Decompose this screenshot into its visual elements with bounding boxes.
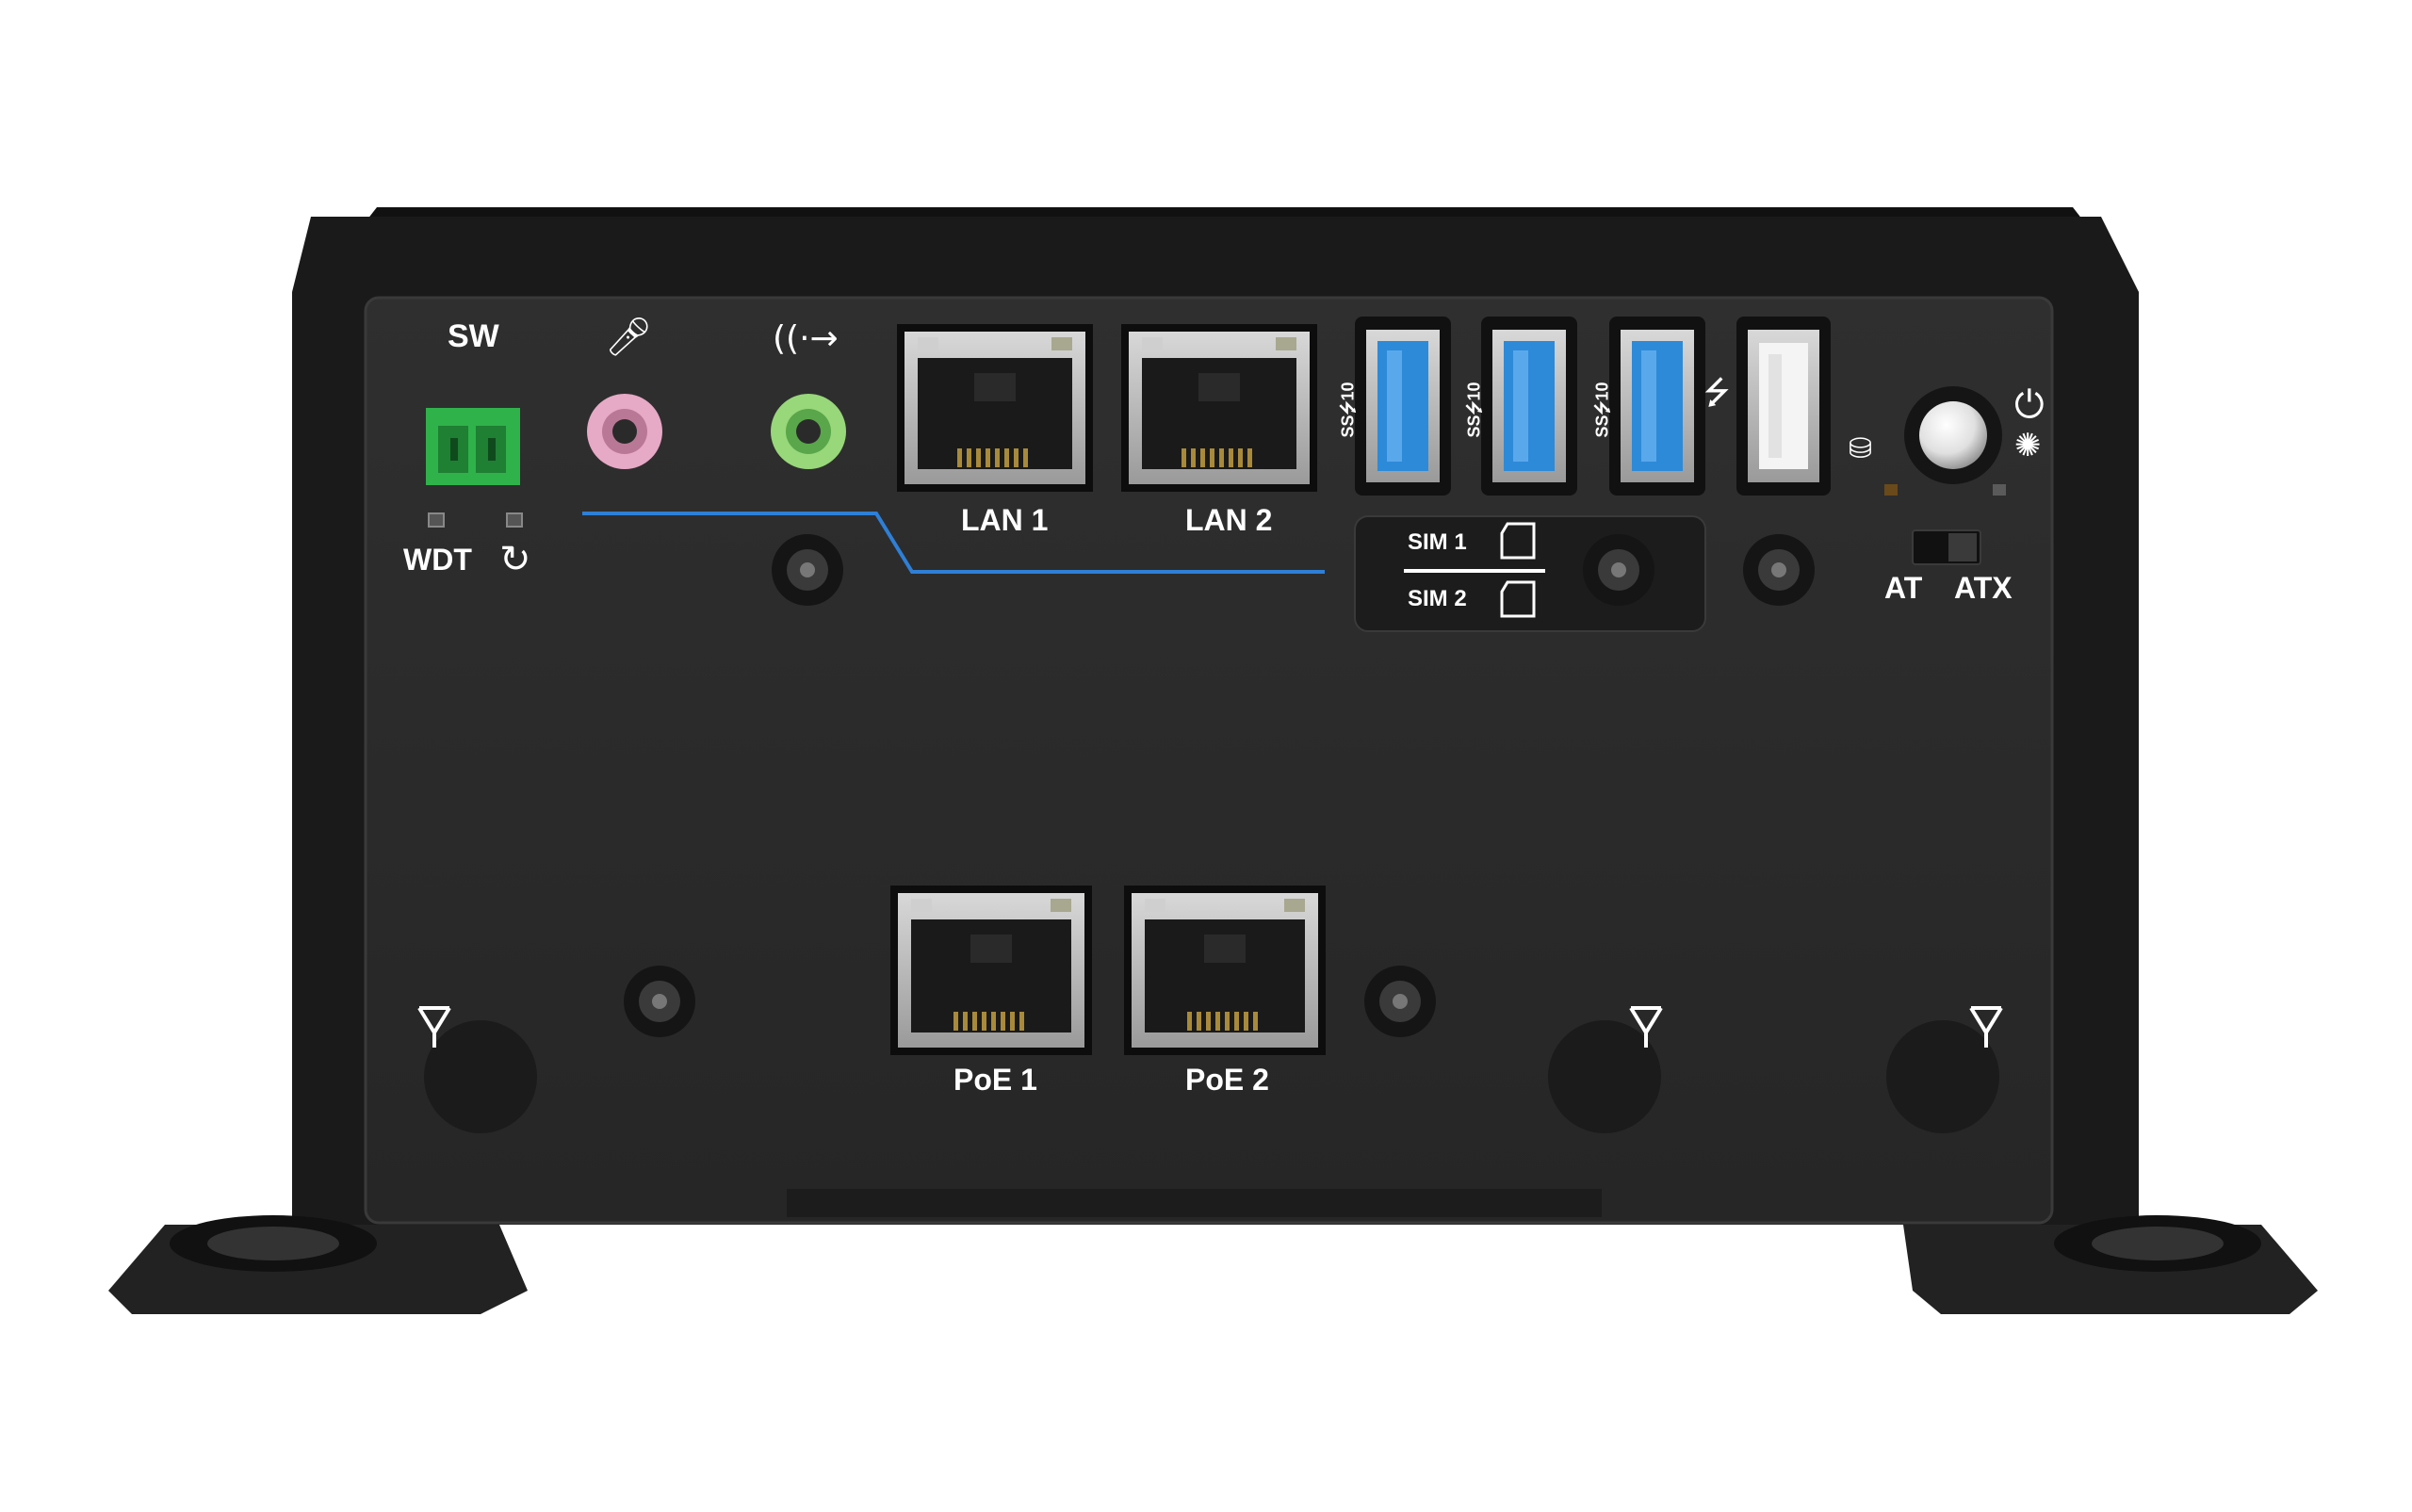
hdd-led-icon: ⛁ xyxy=(1849,432,1873,465)
power-led xyxy=(1993,484,2006,496)
poe2-port xyxy=(1124,886,1326,1055)
wdt-led xyxy=(428,512,445,528)
at-label: AT xyxy=(1884,571,1923,605)
rj45-led-left xyxy=(1142,337,1163,350)
rj45-pin xyxy=(1238,448,1243,467)
reset-button xyxy=(506,512,523,528)
rj45-pin xyxy=(1187,1012,1192,1031)
poe1-label: PoE 1 xyxy=(953,1063,1037,1097)
rj45-pin xyxy=(1001,1012,1005,1031)
sw-label: SW xyxy=(448,318,499,354)
lan2-label: LAN 2 xyxy=(1185,503,1273,537)
rj45-latch xyxy=(974,373,1016,401)
usb3-tongue-highlight xyxy=(1513,350,1528,462)
rj45-pin xyxy=(1019,1012,1024,1031)
usb3-port-1 xyxy=(1355,317,1451,496)
rj45-pin xyxy=(1229,448,1233,467)
screw-socket xyxy=(800,562,815,577)
rj45-pin xyxy=(986,448,990,467)
rj45-led-right xyxy=(1276,337,1296,350)
rj45-pin xyxy=(1197,1012,1201,1031)
usb3-port-3 xyxy=(1609,317,1705,496)
rj45-pin xyxy=(1182,448,1186,467)
power-switch-terminal-block xyxy=(426,408,520,485)
rj45-pin xyxy=(957,448,962,467)
rj45-latch xyxy=(1198,373,1240,401)
usb3-mark-2: SS⭍10 xyxy=(1464,382,1484,438)
rj45-pin xyxy=(995,448,1000,467)
mic-in-jack xyxy=(587,394,662,469)
poe1-port xyxy=(890,886,1092,1055)
rj45-pin xyxy=(1200,448,1205,467)
rj45-pin xyxy=(1010,1012,1015,1031)
rj45-latch xyxy=(970,935,1012,963)
rj45-pin xyxy=(1253,1012,1258,1031)
left-mounting-foot xyxy=(108,1215,528,1314)
rj45-pin xyxy=(953,1012,958,1031)
chassis-illustration xyxy=(108,207,2318,1314)
hdd-led xyxy=(1884,484,1898,496)
usb3-mark-3: SS⭍10 xyxy=(1592,382,1612,438)
usb3-port-2 xyxy=(1481,317,1577,496)
rj45-pin xyxy=(1014,448,1019,467)
rj45-pin xyxy=(1225,1012,1230,1031)
sim1-label: SIM 1 xyxy=(1408,529,1467,555)
wdt-label: WDT xyxy=(403,543,472,577)
rj45-pin xyxy=(1215,1012,1220,1031)
usb3-tongue xyxy=(1377,341,1428,471)
rj45-pin xyxy=(963,1012,968,1031)
rj45-led-right xyxy=(1051,899,1071,912)
line-out-icon: ((·→ xyxy=(773,319,839,358)
rj45-pin xyxy=(1247,448,1252,467)
power-button xyxy=(1904,386,2002,484)
rj45-led-left xyxy=(911,899,932,912)
rj45-pin xyxy=(1244,1012,1248,1031)
rj45-pin xyxy=(967,448,971,467)
usb3-tongue xyxy=(1632,341,1683,471)
usb3-tongue-highlight xyxy=(1641,350,1656,462)
atx-label: ATX xyxy=(1954,571,2013,605)
reset-icon: ↻ xyxy=(499,538,531,581)
device-front-panel-photo: SW WDT ↻ 🎤︎ ((·→ LAN 1 LAN 2 PoE 1 PoE 2… xyxy=(0,0,2412,1507)
lan1-port xyxy=(897,324,1093,492)
power-icon: ⏻ xyxy=(2014,383,2045,427)
right-mounting-foot xyxy=(1903,1215,2318,1314)
rj45-pin xyxy=(1206,1012,1211,1031)
rj45-pin xyxy=(1219,448,1224,467)
rj45-led-right xyxy=(1051,337,1072,350)
sim2-label: SIM 2 xyxy=(1408,586,1467,611)
usb3-tongue xyxy=(1504,341,1555,471)
rj45-pin xyxy=(1004,448,1009,467)
microphone-icon: 🎤︎ xyxy=(605,316,653,359)
screw-socket xyxy=(652,994,667,1009)
rj45-pin xyxy=(982,1012,986,1031)
rj45-pin xyxy=(1210,448,1214,467)
antenna-hole-3 xyxy=(1886,1020,1999,1133)
usb2-port xyxy=(1736,317,1831,496)
usb-icon: ⭍ xyxy=(1703,374,1731,412)
screw-socket xyxy=(1771,562,1786,577)
screw-socket xyxy=(1611,562,1626,577)
rj45-pin xyxy=(1191,448,1196,467)
rj45-led-left xyxy=(918,337,938,350)
rj45-led-left xyxy=(1145,899,1165,912)
rj45-latch xyxy=(1204,935,1246,963)
line-out-jack xyxy=(771,394,846,469)
usb3-tongue-highlight xyxy=(1387,350,1402,462)
rj45-pin xyxy=(1023,448,1028,467)
rj45-pin xyxy=(972,1012,977,1031)
power-led-icon: ✺ xyxy=(2014,427,2042,464)
antenna-hole-1 xyxy=(424,1020,537,1133)
usb3-mark-1: SS⭍10 xyxy=(1338,382,1358,438)
screw-socket xyxy=(1393,994,1408,1009)
lan1-label: LAN 1 xyxy=(961,503,1049,537)
poe2-label: PoE 2 xyxy=(1185,1063,1269,1097)
rj45-pin xyxy=(976,448,981,467)
rj45-led-right xyxy=(1284,899,1305,912)
at-atx-switch xyxy=(1912,529,1981,565)
panel-bottom-slot xyxy=(787,1189,1602,1217)
lan2-port xyxy=(1121,324,1317,492)
rj45-pin xyxy=(1234,1012,1239,1031)
rj45-pin xyxy=(991,1012,996,1031)
